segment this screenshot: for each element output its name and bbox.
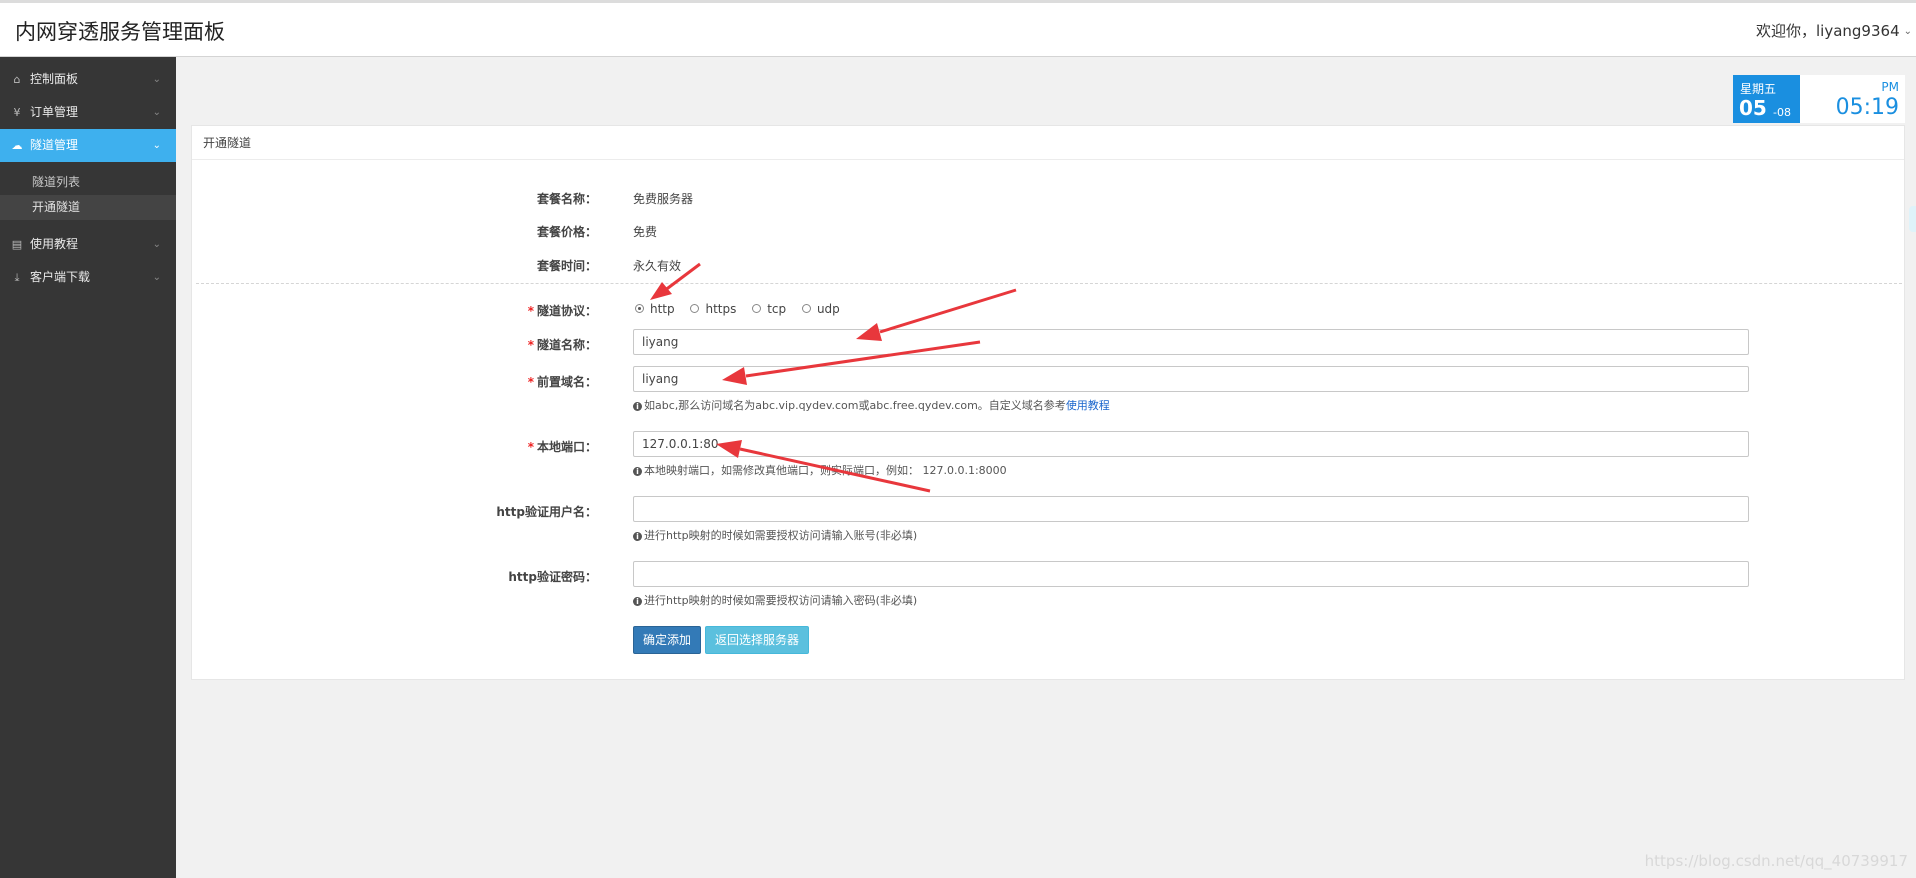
info-icon: i: [633, 467, 642, 476]
sidebar-subitem-tunnel-list[interactable]: 隧道列表: [0, 170, 176, 195]
book-icon: ▤: [11, 238, 23, 251]
plan-name-value: 免费服务器: [633, 192, 694, 206]
auth-user-help: i 进行http映射的时候如需要授权访问请输入账号(非必填): [633, 527, 917, 543]
protocol-label: * 隧道协议：: [528, 302, 597, 319]
radio-unchecked-icon: [801, 304, 811, 313]
home-icon: ⌂: [13, 73, 21, 86]
yen-icon: ¥: [13, 106, 21, 119]
plan-name-label: 套餐名称：: [536, 192, 597, 206]
tunnel-name-label: * 隧道名称：: [528, 336, 597, 353]
sidebar-item-label: 隧道管理: [30, 138, 79, 152]
sidebar-item-download[interactable]: ⤓ 客户端下载 ⌄: [0, 261, 176, 294]
protocol-option-tcp[interactable]: tcp: [752, 302, 786, 316]
protocol-radio-group: http https tcp udp: [635, 302, 852, 316]
protocol-option-label: tcp: [767, 302, 787, 316]
radio-unchecked-icon: [690, 304, 700, 313]
tunnel-name-label-text: 隧道名称：: [536, 338, 597, 352]
local-port-label: * 本地端口：: [528, 438, 597, 455]
protocol-option-label: http: [650, 302, 675, 316]
required-mark: *: [527, 304, 534, 318]
required-mark: *: [527, 375, 534, 389]
chevron-down-icon: ⌄: [152, 140, 161, 151]
domain-label-text: 前置域名：: [536, 375, 597, 389]
panel-title: 开通隧道: [192, 126, 1904, 160]
watermark: https://blog.csdn.net/qq_40739917: [1644, 852, 1908, 870]
local-port-label-text: 本地端口：: [536, 440, 597, 454]
clock-ampm: PM: [1881, 80, 1899, 94]
clock-day-block: 星期五 05 -08: [1733, 75, 1800, 123]
domain-label: * 前置域名：: [528, 373, 597, 390]
local-port-help: i 本地映射端口，如需修改真他端口，则实际端口，例如： 127.0.0.1:800…: [633, 462, 1007, 478]
sidebar-item-tunnels[interactable]: ☁ 隧道管理 ⌄: [0, 129, 176, 162]
back-to-servers-button[interactable]: 返回选择服务器: [705, 626, 810, 654]
required-mark: *: [527, 338, 534, 352]
sidebar-item-tutorial[interactable]: ▤ 使用教程 ⌄: [0, 228, 176, 261]
user-menu[interactable]: 欢迎你，liyang9364 ⌄: [1756, 20, 1912, 41]
section-divider: [196, 283, 1902, 284]
plan-price-value: 免费: [633, 225, 658, 239]
cloud-icon: ☁: [11, 139, 23, 152]
chevron-down-icon: ⌄: [152, 74, 161, 85]
tutorial-link[interactable]: 使用教程: [1066, 399, 1110, 412]
scroll-edge-marker: [1909, 206, 1916, 232]
plan-time-value: 永久有效: [633, 259, 682, 273]
local-port-help-text: 本地映射端口，如需修改真他端口，则实际端口，例如： 127.0.0.1:8000: [644, 464, 1007, 477]
sidebar-item-label: 客户端下载: [30, 270, 91, 284]
domain-prefix-input[interactable]: [633, 366, 1749, 392]
protocol-option-udp[interactable]: udp: [801, 302, 840, 316]
auth-username-input[interactable]: [633, 496, 1749, 522]
info-icon: i: [633, 402, 642, 411]
chevron-down-icon: ⌄: [152, 107, 161, 118]
sidebar-subitem-open-tunnel[interactable]: 开通隧道: [0, 195, 176, 220]
auth-user-label: http验证用户名：: [496, 505, 597, 519]
radio-checked-icon: [635, 304, 644, 313]
app-title: 内网穿透服务管理面板: [15, 20, 225, 44]
confirm-add-button[interactable]: 确定添加: [633, 626, 702, 654]
auth-pass-label: http验证密码：: [508, 570, 597, 584]
info-icon: i: [633, 597, 642, 606]
clock-date: 05: [1739, 96, 1767, 120]
info-icon: i: [633, 532, 642, 541]
plan-time-label: 套餐时间：: [536, 259, 597, 273]
user-greeting: 欢迎你，liyang9364: [1756, 22, 1900, 40]
open-tunnel-panel: 开通隧道 套餐名称： 免费服务器 套餐价格： 免费 套餐时间： 永久有效 * 隧道…: [191, 125, 1905, 680]
top-bar: 内网穿透服务管理面板 欢迎你，liyang9364 ⌄: [0, 0, 1916, 57]
chevron-down-icon: ⌄: [152, 239, 161, 250]
sidebar-item-label: 使用教程: [30, 237, 79, 251]
sidebar-subnav: 隧道列表 开通隧道: [0, 162, 176, 228]
auth-user-help-text: 进行http映射的时候如需要授权访问请输入账号(非必填): [644, 529, 918, 542]
chevron-down-icon: ⌄: [1903, 26, 1912, 37]
clock-time: 05:19: [1835, 95, 1899, 120]
sidebar-item-orders[interactable]: ¥ 订单管理 ⌄: [0, 96, 176, 129]
chevron-down-icon: ⌄: [152, 272, 161, 283]
auth-pass-help-text: 进行http映射的时候如需要授权访问请输入密码(非必填): [644, 594, 918, 607]
protocol-option-http[interactable]: http: [635, 302, 675, 316]
clock-widget: 星期五 05 -08 PM 05:19: [1733, 75, 1905, 123]
protocol-label-text: 隧道协议：: [536, 304, 597, 318]
domain-help: i 如abc,那么访问域名为abc.vip.qydev.com或abc.free.…: [633, 397, 1110, 413]
protocol-option-label: udp: [816, 302, 840, 316]
protocol-option-label: https: [705, 302, 737, 316]
radio-unchecked-icon: [752, 304, 762, 313]
sidebar: ⌂ 控制面板 ⌄ ¥ 订单管理 ⌄ ☁ 隧道管理 ⌄ 隧道列表 开通隧道 ▤ 使用教程 …: [0, 57, 176, 878]
clock-weekday: 星期五: [1740, 82, 1777, 96]
clock-month: -08: [1773, 106, 1791, 119]
auth-pass-help: i 进行http映射的时候如需要授权访问请输入密码(非必填): [633, 592, 917, 608]
sidebar-item-label: 控制面板: [30, 72, 79, 86]
download-icon: ⤓: [14, 271, 20, 284]
required-mark: *: [527, 440, 534, 454]
auth-password-input[interactable]: [633, 561, 1749, 587]
sidebar-item-dashboard[interactable]: ⌂ 控制面板 ⌄: [0, 63, 176, 96]
sidebar-item-label: 订单管理: [30, 105, 79, 119]
tunnel-name-input[interactable]: [633, 329, 1749, 355]
local-port-input[interactable]: [633, 431, 1749, 457]
protocol-option-https[interactable]: https: [690, 302, 736, 316]
plan-price-label: 套餐价格：: [536, 225, 597, 239]
domain-help-text: 如abc,那么访问域名为abc.vip.qydev.com或abc.free.q…: [644, 399, 1066, 412]
